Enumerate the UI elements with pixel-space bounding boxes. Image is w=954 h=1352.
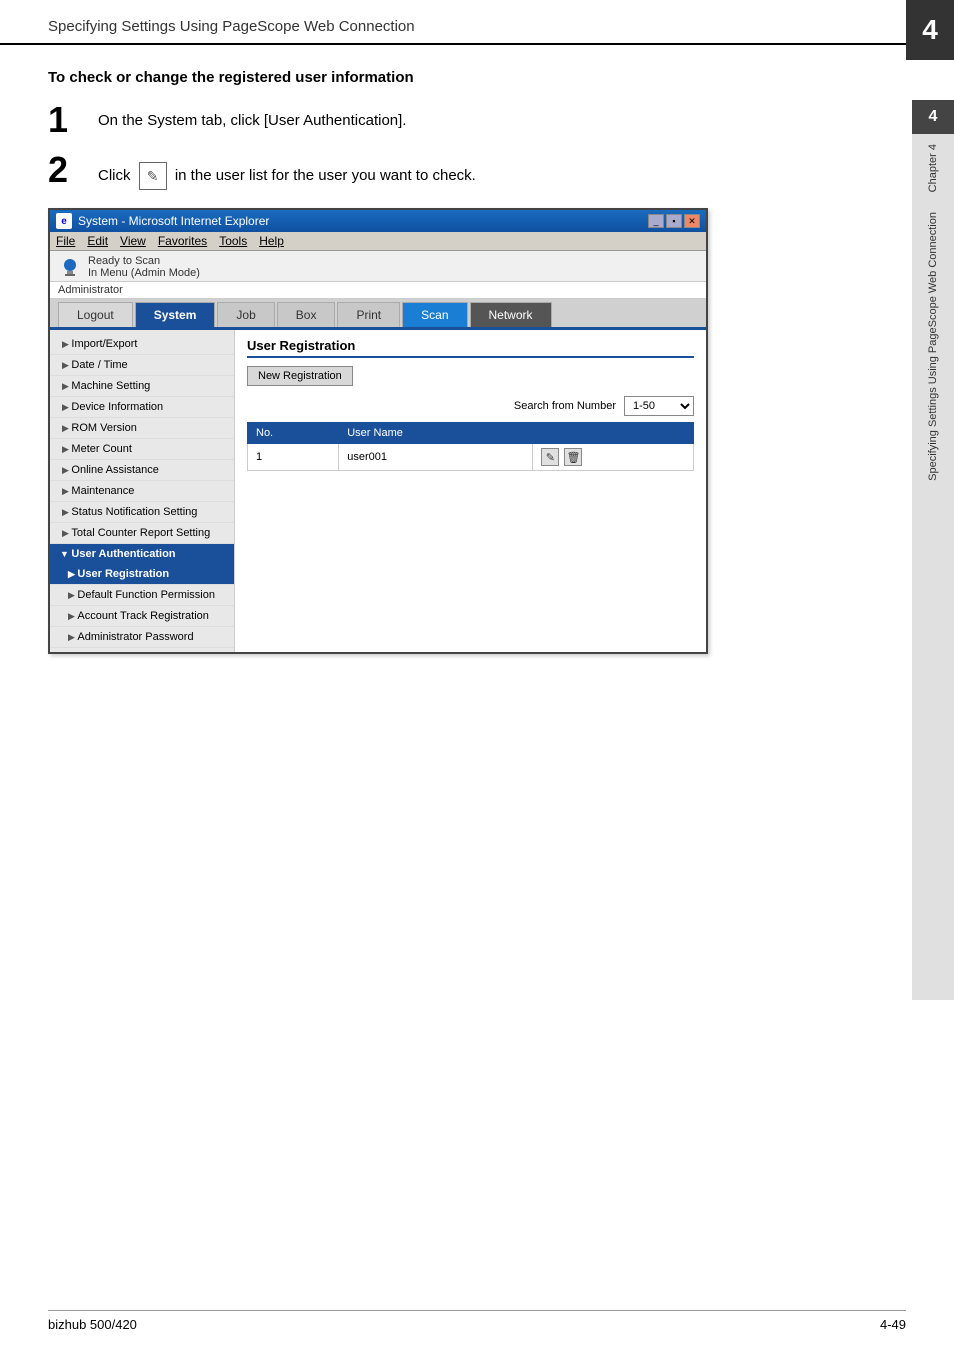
chapter-label: Chapter 4: [925, 134, 941, 202]
tab-box[interactable]: Box: [277, 302, 336, 327]
col-username: User Name: [339, 423, 533, 444]
user-table: No. User Name 1 user001 ✎: [247, 422, 694, 471]
browser-controls[interactable]: _ ▪ ✕: [648, 214, 700, 228]
footer-page: 4-49: [880, 1317, 906, 1332]
tab-system[interactable]: System: [135, 302, 216, 327]
cell-username: user001: [339, 444, 533, 471]
cell-actions: ✎ 🗑: [533, 444, 694, 471]
scanner-icon: [60, 257, 80, 277]
browser-content: Ready to Scan In Menu (Admin Mode) Admin…: [50, 251, 706, 652]
col-actions: [533, 423, 694, 444]
right-sidebar: 4 Chapter 4 Specifying Settings Using Pa…: [912, 100, 954, 1000]
admin-label: Administrator: [50, 282, 706, 299]
new-registration-btn[interactable]: New Registration: [247, 366, 353, 386]
sidebar-item-status-notification[interactable]: Status Notification Setting: [50, 502, 234, 523]
page-number-tab: 4: [906, 0, 954, 60]
tab-logout[interactable]: Logout: [58, 302, 133, 327]
search-row: Search from Number 1-50: [247, 396, 694, 416]
menu-help[interactable]: Help: [259, 234, 284, 248]
minimize-button[interactable]: _: [648, 214, 664, 228]
page-number: 4: [922, 14, 938, 46]
chapter-number: 4: [912, 100, 954, 134]
sidebar-item-import-export[interactable]: Import/Export: [50, 334, 234, 355]
sidebar-item-rom-version[interactable]: ROM Version: [50, 418, 234, 439]
sidebar-item-account-track[interactable]: Account Track Registration: [50, 606, 234, 627]
sidebar-item-device-information[interactable]: Device Information: [50, 397, 234, 418]
sidebar-section-user-auth[interactable]: User Authentication: [50, 544, 234, 564]
menu-view[interactable]: View: [120, 234, 146, 248]
page-header: Specifying Settings Using PageScope Web …: [0, 0, 954, 45]
sidebar-item-maintenance[interactable]: Maintenance: [50, 481, 234, 502]
step-1: 1 On the System tab, click [User Authent…: [48, 106, 906, 138]
header-title: Specifying Settings Using PageScope Web …: [48, 18, 415, 35]
close-button[interactable]: ✕: [684, 214, 700, 228]
step-1-text: On the System tab, click [User Authentic…: [98, 106, 906, 129]
table-row: 1 user001 ✎ 🗑: [248, 444, 694, 471]
sidebar-item-total-counter[interactable]: Total Counter Report Setting: [50, 523, 234, 544]
menu-file[interactable]: File: [56, 234, 75, 248]
browser-layout: Import/Export Date / Time Machine Settin…: [50, 330, 706, 652]
page-footer: bizhub 500/420 4-49: [48, 1310, 906, 1332]
step-2-number: 2: [48, 152, 98, 188]
step-1-number: 1: [48, 102, 98, 138]
browser-window: e System - Microsoft Internet Explorer _…: [48, 208, 708, 654]
sidebar-item-machine-setting[interactable]: Machine Setting: [50, 376, 234, 397]
menu-edit[interactable]: Edit: [87, 234, 108, 248]
main-content: To check or change the registered user i…: [0, 45, 954, 698]
section-title: To check or change the registered user i…: [48, 69, 906, 86]
browser-titlebar: e System - Microsoft Internet Explorer _…: [50, 210, 706, 232]
sidebar-item-default-function[interactable]: Default Function Permission: [50, 585, 234, 606]
browser-menubar: File Edit View Favorites Tools Help: [50, 232, 706, 251]
cell-no: 1: [248, 444, 339, 471]
edit-icon: ✎: [139, 162, 167, 190]
tab-network[interactable]: Network: [470, 302, 552, 327]
sidebar: Import/Export Date / Time Machine Settin…: [50, 330, 235, 652]
browser-status: Ready to Scan In Menu (Admin Mode): [50, 251, 706, 282]
sidebar-item-date-time[interactable]: Date / Time: [50, 355, 234, 376]
status-line2: In Menu (Admin Mode): [88, 267, 200, 279]
restore-button[interactable]: ▪: [666, 214, 682, 228]
delete-icon-row[interactable]: 🗑: [564, 448, 582, 466]
content-title: User Registration: [247, 338, 694, 358]
menu-favorites[interactable]: Favorites: [158, 234, 207, 248]
edit-icon-row[interactable]: ✎: [541, 448, 559, 466]
nav-tabs: Logout System Job Box Print Scan Network: [50, 299, 706, 330]
content-area: User Registration New Registration Searc…: [235, 330, 706, 652]
col-no: No.: [248, 423, 339, 444]
browser-icon: e: [56, 213, 72, 229]
menu-tools[interactable]: Tools: [219, 234, 247, 248]
sidebar-item-admin-password[interactable]: Administrator Password: [50, 627, 234, 648]
tab-print[interactable]: Print: [337, 302, 400, 327]
sidebar-item-user-registration[interactable]: User Registration: [50, 564, 234, 585]
sidebar-item-online-assistance[interactable]: Online Assistance: [50, 460, 234, 481]
tab-scan[interactable]: Scan: [402, 302, 467, 327]
footer-model: bizhub 500/420: [48, 1317, 137, 1332]
tab-job[interactable]: Job: [217, 302, 274, 327]
status-line1: Ready to Scan: [88, 255, 200, 267]
browser-title-text: System - Microsoft Internet Explorer: [78, 214, 269, 228]
status-text-group: Ready to Scan In Menu (Admin Mode): [88, 255, 200, 279]
browser-titlebar-left: e System - Microsoft Internet Explorer: [56, 213, 269, 229]
search-label: Search from Number: [514, 400, 616, 412]
step-2-text: Click ✎ in the user list for the user yo…: [98, 156, 906, 190]
step-2: 2 Click ✎ in the user list for the user …: [48, 156, 906, 190]
sidebar-item-meter-count[interactable]: Meter Count: [50, 439, 234, 460]
vertical-section-label: Specifying Settings Using PageScope Web …: [925, 202, 941, 491]
search-dropdown[interactable]: 1-50: [624, 396, 694, 416]
